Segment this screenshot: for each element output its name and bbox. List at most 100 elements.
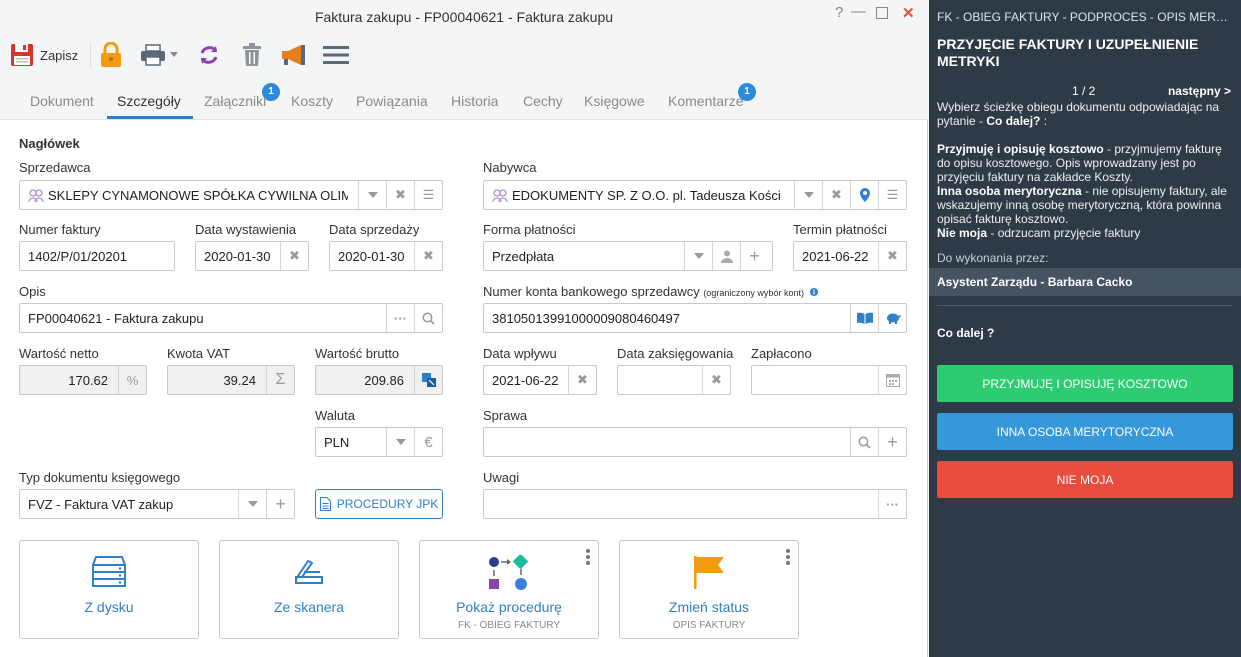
- bank-account-value: 38105013991000009080460497: [492, 311, 680, 326]
- change-status-tile[interactable]: Zmień status OPIS FAKTURY: [619, 540, 799, 639]
- currency-dropdown-button[interactable]: [386, 428, 414, 456]
- show-procedure-tile[interactable]: Pokaż procedurę FK - OBIEG FAKTURY: [419, 540, 599, 639]
- booking-date-clear-button[interactable]: ✖: [702, 366, 730, 394]
- tab-ksiegowe[interactable]: Księgowe: [584, 93, 645, 109]
- search-icon[interactable]: [414, 304, 442, 332]
- intro-question: Co dalej?: [986, 114, 1041, 128]
- from-scanner-tile[interactable]: Ze skanera: [219, 540, 399, 639]
- receipt-date-input[interactable]: 2021-06-22 ✖: [483, 365, 597, 395]
- accept-and-describe-button[interactable]: PRZYJMUJĘ I OPISUJĘ KOSZTOWO: [937, 365, 1233, 402]
- sale-date-clear-button[interactable]: ✖: [414, 242, 442, 270]
- tab-cechy[interactable]: Cechy: [523, 93, 563, 109]
- menu-button[interactable]: [323, 40, 349, 70]
- doc-type-select[interactable]: FVZ - Faktura VAT zakup +: [19, 489, 295, 519]
- close-button[interactable]: ✕: [902, 4, 915, 22]
- flag-icon: [620, 555, 798, 589]
- maximize-button[interactable]: [876, 6, 888, 23]
- seller-list-button[interactable]: ☰: [414, 181, 442, 209]
- piggy-bank-icon[interactable]: [878, 304, 906, 332]
- tab-dokument[interactable]: Dokument: [30, 93, 94, 109]
- sale-date-input[interactable]: 2020-01-30 ✖: [329, 241, 443, 271]
- tab-komentarze[interactable]: Komentarze: [668, 93, 743, 109]
- booking-date-input[interactable]: ✖: [617, 365, 731, 395]
- tab-historia[interactable]: Historia: [451, 93, 498, 109]
- sale-date-value: 2020-01-30: [338, 249, 405, 264]
- net-value: 170.62: [68, 373, 108, 388]
- delete-button[interactable]: [241, 40, 263, 70]
- currency-value: PLN: [324, 435, 350, 450]
- search-icon[interactable]: [850, 428, 878, 456]
- add-icon[interactable]: +: [878, 428, 906, 456]
- payment-due-value: 2021-06-22: [802, 249, 869, 264]
- convert-icon[interactable]: [414, 366, 442, 394]
- payment-due-label: Termin płatności: [793, 222, 887, 237]
- invoice-number-input[interactable]: 1402/P/01/20201: [19, 241, 175, 271]
- add-icon[interactable]: +: [740, 242, 768, 270]
- seller-dropdown-button[interactable]: [358, 181, 386, 209]
- doc-type-dropdown-button[interactable]: [238, 490, 266, 518]
- more-icon[interactable]: ···: [878, 490, 906, 518]
- jpk-procedures-label: PROCEDURY JPK: [336, 497, 439, 511]
- sale-date-label: Data sprzedaży: [329, 222, 420, 237]
- person-icon[interactable]: [712, 242, 740, 270]
- calendar-icon[interactable]: [878, 366, 906, 394]
- option1-title: Przyjmuję i opisuję kosztowo: [937, 142, 1104, 156]
- sum-icon[interactable]: Σ: [266, 366, 294, 394]
- payment-form-select[interactable]: Przedpłata +: [483, 241, 773, 271]
- paid-input[interactable]: [751, 365, 907, 395]
- trash-icon: [243, 43, 261, 66]
- help-icon[interactable]: ?: [835, 4, 843, 21]
- add-icon[interactable]: +: [266, 490, 294, 518]
- buyer-dropdown-button[interactable]: [794, 181, 822, 209]
- book-icon[interactable]: [850, 304, 878, 332]
- print-button[interactable]: [140, 40, 178, 70]
- issue-date-input[interactable]: 2020-01-30 ✖: [195, 241, 309, 271]
- vat-input[interactable]: 39.24 Σ: [167, 365, 295, 395]
- more-icon[interactable]: ···: [386, 304, 414, 332]
- bank-account-input[interactable]: 38105013991000009080460497: [483, 303, 907, 333]
- lock-button[interactable]: [99, 40, 123, 70]
- from-scanner-label: Ze skanera: [273, 599, 345, 615]
- receipt-date-clear-button[interactable]: ✖: [568, 366, 596, 394]
- refresh-button[interactable]: [197, 40, 221, 70]
- payment-due-input[interactable]: 2021-06-22 ✖: [793, 241, 907, 271]
- payment-form-dropdown-button[interactable]: [684, 242, 712, 270]
- tab-powiazania[interactable]: Powiązania: [356, 93, 428, 109]
- option3-text: - odrzucam przyjęcie faktury: [990, 226, 1141, 240]
- tab-zalaczniki[interactable]: Załączniki: [204, 93, 266, 109]
- payment-due-clear-button[interactable]: ✖: [878, 242, 906, 270]
- case-input[interactable]: +: [483, 427, 907, 457]
- remarks-input[interactable]: ···: [483, 489, 907, 519]
- gross-input[interactable]: 209.86: [315, 365, 443, 395]
- active-tab-indicator: [107, 116, 193, 119]
- next-step-link[interactable]: następny >: [1168, 84, 1231, 98]
- tab-koszty[interactable]: Koszty: [291, 93, 333, 109]
- not-mine-button[interactable]: NIE MOJA: [937, 461, 1233, 498]
- percent-icon[interactable]: %: [118, 366, 146, 394]
- seller-field[interactable]: SKLEPY CYNAMONOWE SPÓŁKA CYWILNA OLIM...…: [19, 180, 443, 210]
- tab-bar: Dokument Szczegóły Załączniki 1 Koszty P…: [0, 78, 928, 120]
- seller-clear-button[interactable]: ✖: [386, 181, 414, 209]
- buyer-clear-button[interactable]: ✖: [822, 181, 850, 209]
- from-disk-tile[interactable]: Z dysku: [19, 540, 199, 639]
- save-button[interactable]: Zapisz: [10, 40, 78, 70]
- jpk-procedures-button[interactable]: PROCEDURY JPK: [315, 489, 443, 519]
- workflow-title: PRZYJĘCIE FAKTURY I UZUPEŁNIENIE METRYKI: [937, 36, 1199, 69]
- other-person-button[interactable]: INNA OSOBA MERYTORYCZNA: [937, 413, 1233, 450]
- buyer-field[interactable]: EDOKUMENTY SP. Z O.O. pl. Tadeusza Kości…: [483, 180, 907, 210]
- buyer-list-button[interactable]: ☰: [878, 181, 906, 209]
- net-input[interactable]: 170.62 %: [19, 365, 147, 395]
- gross-label: Wartość brutto: [315, 346, 400, 361]
- from-disk-label: Z dysku: [84, 599, 134, 615]
- currency-select[interactable]: PLN €: [315, 427, 443, 457]
- tab-szczegoly[interactable]: Szczegóły: [117, 93, 181, 109]
- scanner-icon: [220, 555, 398, 585]
- description-input[interactable]: FP00040621 - Faktura zakupu ···: [19, 303, 443, 333]
- map-pin-icon[interactable]: [850, 181, 878, 209]
- issue-date-clear-button[interactable]: ✖: [280, 242, 308, 270]
- announce-button[interactable]: [281, 40, 307, 70]
- minimize-button[interactable]: —: [851, 3, 866, 20]
- intro-text: Wybierz ścieżkę obiegu dokumentu odpowia…: [937, 100, 1220, 128]
- euro-icon[interactable]: €: [414, 428, 442, 456]
- change-status-sub: OPIS FAKTURY: [672, 620, 746, 631]
